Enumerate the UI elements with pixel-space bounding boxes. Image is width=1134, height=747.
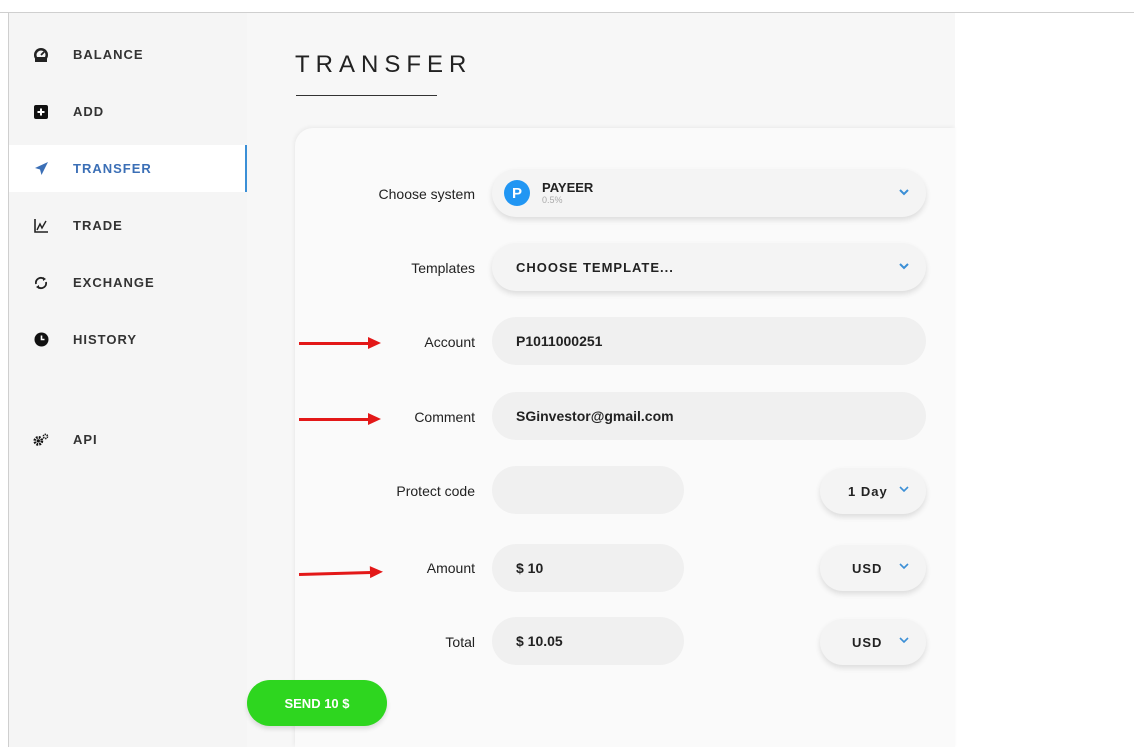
sidebar-item-transfer[interactable]: TRANSFER	[9, 145, 247, 192]
sidebar-item-label: EXCHANGE	[73, 275, 155, 290]
sidebar-item-label: API	[73, 432, 98, 447]
sidebar: BALANCE ADD TRANSFER TRADE EXCHANGE HIST…	[9, 13, 247, 747]
comment-label: Comment	[414, 409, 475, 425]
transfer-form-card: Choose system P PAYEER 0.5% Templates CH…	[295, 128, 955, 747]
plus-square-icon	[33, 104, 49, 120]
gauge-icon	[33, 47, 49, 63]
sidebar-item-label: TRANSFER	[73, 161, 152, 176]
title-underline	[296, 95, 437, 96]
sidebar-item-label: HISTORY	[73, 332, 138, 347]
refresh-icon	[33, 275, 49, 291]
send-button[interactable]: SEND 10 $	[247, 680, 387, 726]
sidebar-item-add[interactable]: ADD	[9, 88, 247, 135]
chevron-down-icon	[899, 189, 909, 196]
sidebar-item-label: TRADE	[73, 218, 123, 233]
protect-period-select[interactable]: 1 Day	[820, 468, 926, 514]
amount-label: Amount	[426, 560, 475, 576]
amount-currency-select[interactable]: USD	[820, 545, 926, 591]
total-label: Total	[445, 634, 475, 650]
system-select[interactable]: P PAYEER 0.5%	[492, 169, 926, 217]
system-fee: 0.5%	[542, 195, 563, 205]
amount-currency-value: USD	[852, 560, 883, 576]
sidebar-item-label: BALANCE	[73, 47, 144, 62]
sidebar-item-api[interactable]: API	[9, 416, 247, 463]
chart-line-icon	[33, 218, 49, 234]
sidebar-item-exchange[interactable]: EXCHANGE	[9, 259, 247, 306]
page-title: TRANSFER	[295, 51, 473, 78]
sidebar-item-history[interactable]: HISTORY	[9, 316, 247, 363]
protect-period-value: 1 Day	[848, 483, 888, 499]
account-input[interactable]: P1011000251	[492, 317, 926, 365]
payeer-logo-icon: P	[504, 180, 530, 206]
gears-icon	[33, 432, 49, 448]
templates-value: CHOOSE TEMPLATE...	[516, 259, 674, 275]
choose-system-label: Choose system	[378, 186, 475, 202]
paper-plane-icon	[33, 161, 49, 177]
sidebar-item-trade[interactable]: TRADE	[9, 202, 247, 249]
chevron-down-icon	[899, 563, 909, 570]
protect-code-input[interactable]	[492, 466, 684, 514]
amount-input[interactable]: $ 10	[492, 544, 684, 592]
chevron-down-icon	[899, 263, 909, 270]
total-value: $ 10.05	[492, 617, 684, 665]
system-text: PAYEER 0.5%	[542, 180, 594, 206]
protect-code-label: Protect code	[396, 483, 475, 499]
sidebar-item-balance[interactable]: BALANCE	[9, 31, 247, 78]
total-currency-select[interactable]: USD	[820, 619, 926, 665]
templates-select[interactable]: CHOOSE TEMPLATE...	[492, 243, 926, 291]
total-currency-value: USD	[852, 634, 883, 650]
main-content: TRANSFER Choose system P PAYEER 0.5% Tem…	[247, 13, 955, 747]
chevron-down-icon	[899, 637, 909, 644]
system-name: PAYEER	[542, 180, 594, 195]
templates-label: Templates	[411, 260, 475, 276]
chevron-down-icon	[899, 486, 909, 493]
account-label: Account	[424, 334, 475, 350]
clock-icon	[33, 332, 49, 348]
sidebar-item-label: ADD	[73, 104, 105, 119]
comment-input[interactable]: SGinvestor@gmail.com	[492, 392, 926, 440]
